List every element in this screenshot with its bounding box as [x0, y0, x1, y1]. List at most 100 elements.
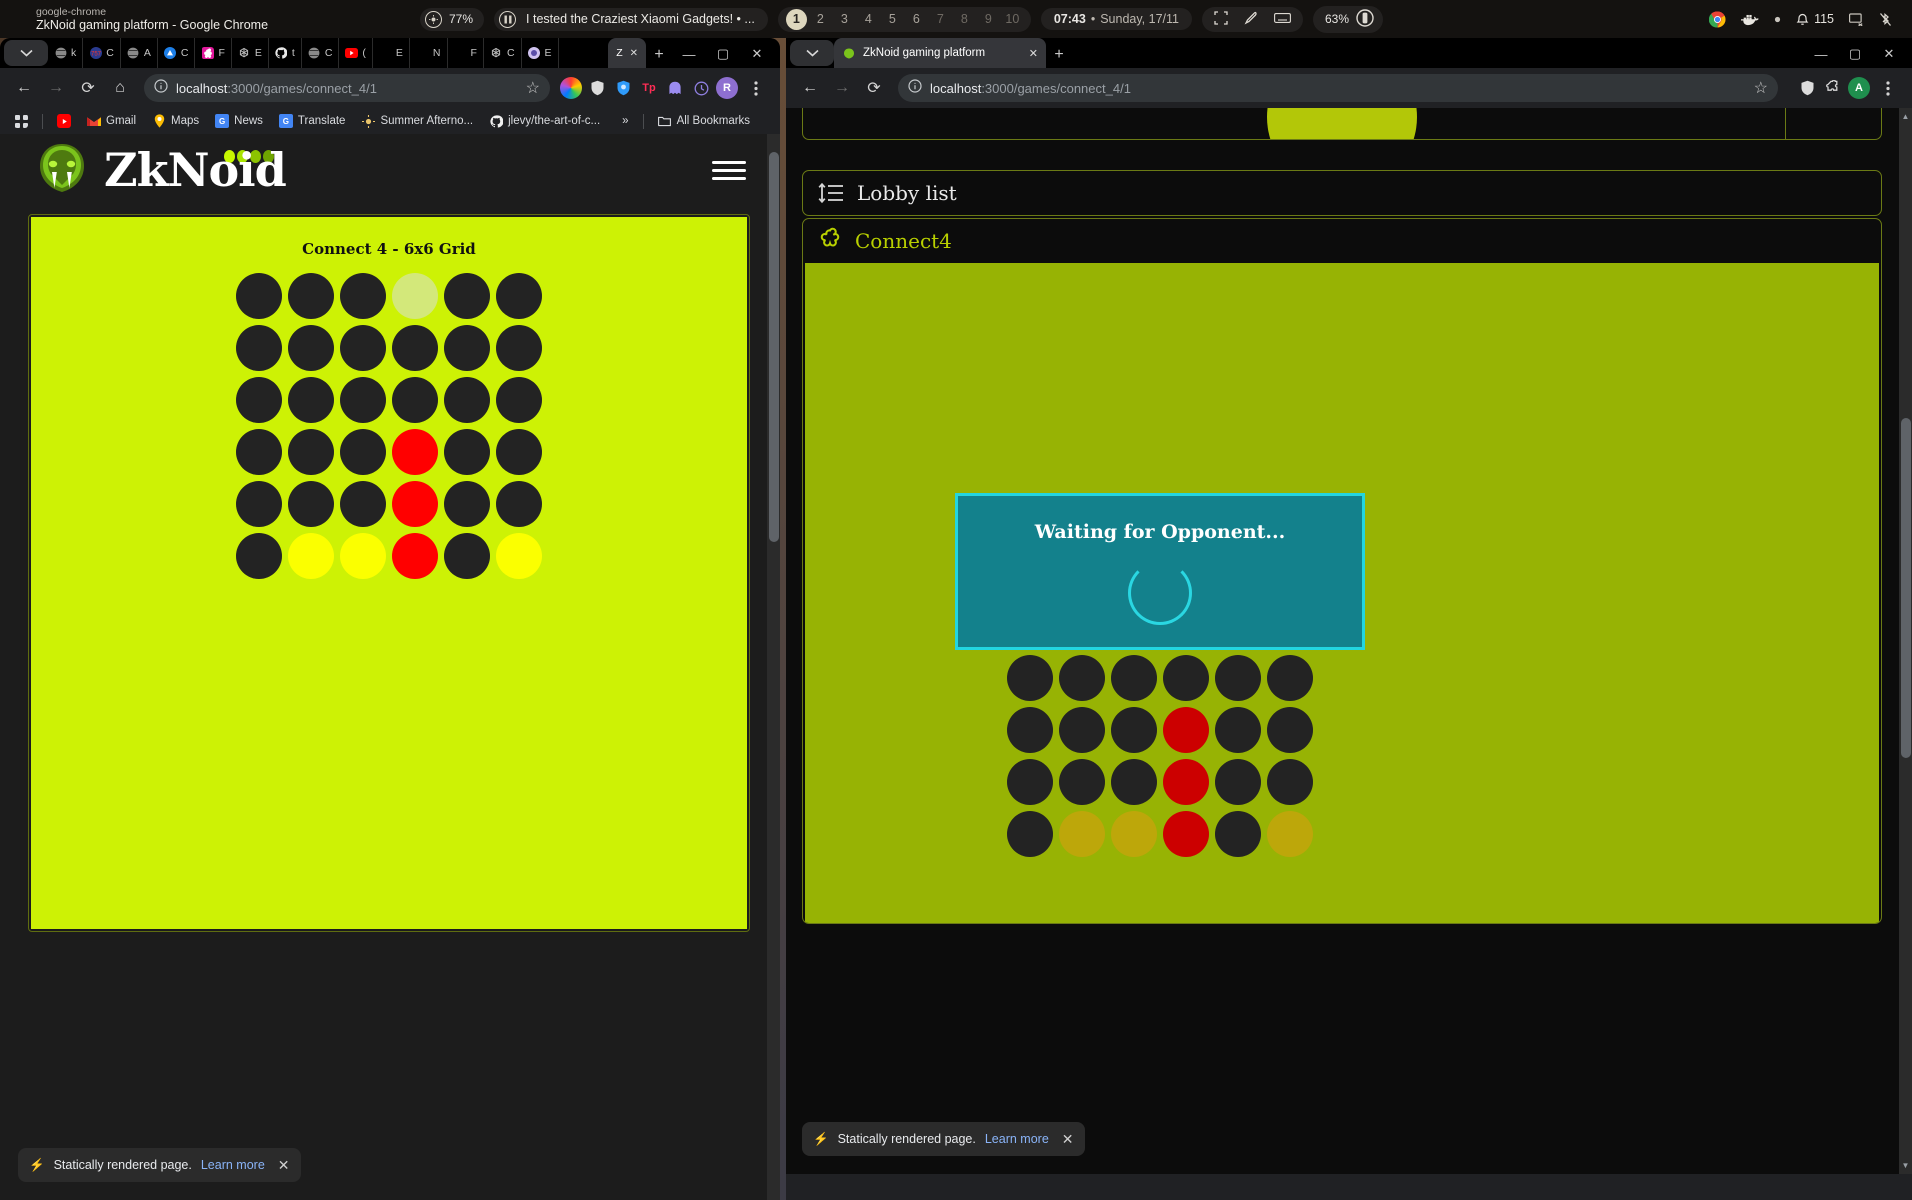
- connect4-grid-right[interactable]: [1004, 652, 1316, 860]
- media-player-widget[interactable]: I tested the Craziest Xiaomi Gadgets! • …: [494, 7, 768, 31]
- reload-button[interactable]: ⟳: [74, 74, 102, 102]
- bookmark-star-icon[interactable]: ☆: [526, 78, 540, 98]
- bookmark-gmail[interactable]: Gmail: [81, 112, 142, 130]
- bookmark-youtube[interactable]: [51, 112, 77, 130]
- back-button-right[interactable]: ←: [796, 74, 824, 102]
- learn-more-link-right[interactable]: Learn more: [985, 1132, 1049, 1146]
- right-board-cell-r2-c0[interactable]: [1004, 756, 1056, 808]
- toast-close-icon-right[interactable]: ✕: [1062, 1131, 1074, 1148]
- background-tab-7[interactable]: C: [302, 38, 340, 68]
- right-board-cell-r2-c3[interactable]: [1160, 756, 1212, 808]
- extension-clock-icon[interactable]: [690, 77, 712, 99]
- bookmark-summer-afternoon[interactable]: Summer Afterno...: [355, 112, 479, 130]
- background-tab-11[interactable]: F: [448, 38, 484, 68]
- left-board-cell-r5-c5[interactable]: [493, 530, 545, 582]
- close-window-button[interactable]: ✕: [740, 40, 774, 68]
- maximize-button[interactable]: ▢: [706, 40, 740, 68]
- left-board-cell-r4-c0[interactable]: [233, 478, 285, 530]
- close-window-button-right[interactable]: ✕: [1872, 40, 1906, 68]
- extension-rainbow-icon[interactable]: [560, 77, 582, 99]
- minimize-button[interactable]: —: [672, 40, 706, 68]
- right-board-cell-r1-c3[interactable]: [1160, 704, 1212, 756]
- left-board-cell-r0-c2[interactable]: [337, 270, 389, 322]
- right-board-cell-r1-c1[interactable]: [1056, 704, 1108, 756]
- left-board-cell-r2-c5[interactable]: [493, 374, 545, 426]
- connect4-grid-left[interactable]: [31, 270, 747, 582]
- workspace-1[interactable]: 1: [785, 8, 807, 30]
- learn-more-link[interactable]: Learn more: [201, 1158, 265, 1172]
- right-board-cell-r1-c2[interactable]: [1108, 704, 1160, 756]
- left-board-cell-r0-c5[interactable]: [493, 270, 545, 322]
- right-board-cell-r3-c4[interactable]: [1212, 808, 1264, 860]
- workspace-10[interactable]: 10: [1002, 9, 1023, 30]
- background-tab-10[interactable]: N: [410, 38, 448, 68]
- left-board-cell-r2-c1[interactable]: [285, 374, 337, 426]
- docker-tray-icon[interactable]: [1741, 12, 1759, 26]
- right-board-cell-r1-c4[interactable]: [1212, 704, 1264, 756]
- workspace-switcher[interactable]: 1 2 3 4 5 6 7 8 9 10: [777, 6, 1031, 32]
- scrollbar-thumb-left[interactable]: [769, 152, 779, 542]
- clock-widget[interactable]: 07:43 • Sunday, 17/11: [1040, 8, 1192, 30]
- left-board-cell-r1-c2[interactable]: [337, 322, 389, 374]
- left-board-cell-r1-c0[interactable]: [233, 322, 285, 374]
- site-info-icon[interactable]: [154, 78, 168, 98]
- connect4-board-right[interactable]: Waiting for Opponent...: [805, 263, 1879, 923]
- scroll-up-arrow-icon[interactable]: ▲: [1901, 112, 1910, 121]
- left-board-cell-r3-c4[interactable]: [441, 426, 493, 478]
- reload-button-right[interactable]: ⟳: [860, 74, 888, 102]
- left-board-cell-r0-c0[interactable]: [233, 270, 285, 322]
- address-bar[interactable]: localhost:3000/games/connect_4/1 ☆: [144, 74, 550, 102]
- display-off-icon[interactable]: [1849, 12, 1864, 26]
- extension-tp-icon[interactable]: Tp: [638, 77, 660, 99]
- extension-shield-icon[interactable]: [586, 77, 608, 99]
- background-tab-0[interactable]: k: [48, 38, 84, 68]
- left-board-cell-r2-c3[interactable]: [389, 374, 441, 426]
- left-board-cell-r3-c1[interactable]: [285, 426, 337, 478]
- left-board-cell-r2-c4[interactable]: [441, 374, 493, 426]
- right-board-cell-r0-c1[interactable]: [1056, 652, 1108, 704]
- new-tab-button[interactable]: +: [646, 42, 672, 68]
- maximize-button-right[interactable]: ▢: [1838, 40, 1872, 68]
- bookmark-maps[interactable]: Maps: [146, 112, 205, 130]
- left-board-cell-r4-c1[interactable]: [285, 478, 337, 530]
- bookmark-apps-grid[interactable]: [8, 112, 34, 130]
- background-tab-12[interactable]: C: [484, 38, 522, 68]
- tab-search-chevron-icon-right[interactable]: [790, 40, 834, 66]
- connect4-board-left[interactable]: Connect 4 - 6x6 Grid: [31, 217, 747, 929]
- right-board-cell-r3-c2[interactable]: [1108, 808, 1160, 860]
- page-scrollbar-right[interactable]: ▲ ▼: [1899, 108, 1912, 1174]
- left-board-cell-r1-c3[interactable]: [389, 322, 441, 374]
- tab-close-icon[interactable]: ✕: [1029, 47, 1038, 60]
- background-tab-13[interactable]: E: [522, 38, 559, 68]
- right-board-cell-r0-c4[interactable]: [1212, 652, 1264, 704]
- chrome-menu-icon-right[interactable]: [1874, 74, 1902, 102]
- extension-blue-icon[interactable]: [612, 77, 634, 99]
- lobby-list-panel[interactable]: Lobby list: [802, 170, 1882, 216]
- extension-shield-icon-right[interactable]: [1796, 77, 1818, 99]
- chrome-window-left[interactable]: k 757 C A C F Et C (E N F C E Z ✕ + — ▢ ✕ ← → ⟳ ⌂ lo…: [0, 38, 780, 1200]
- left-board-cell-r4-c2[interactable]: [337, 478, 389, 530]
- keyboard-icon[interactable]: [1274, 12, 1291, 27]
- bookmark-translate[interactable]: G Translate: [273, 112, 352, 130]
- left-board-cell-r2-c0[interactable]: [233, 374, 285, 426]
- extension-ghost-icon[interactable]: [664, 77, 686, 99]
- left-board-cell-r5-c0[interactable]: [233, 530, 285, 582]
- forward-button[interactable]: →: [42, 74, 70, 102]
- all-bookmarks-button[interactable]: All Bookmarks: [652, 112, 757, 130]
- right-board-cell-r2-c5[interactable]: [1264, 756, 1316, 808]
- left-board-cell-r0-c3[interactable]: [389, 270, 441, 322]
- right-board-cell-r3-c0[interactable]: [1004, 808, 1056, 860]
- back-button[interactable]: ←: [10, 74, 38, 102]
- right-board-cell-r1-c0[interactable]: [1004, 704, 1056, 756]
- chrome-menu-icon[interactable]: [742, 74, 770, 102]
- chrome-window-right[interactable]: ZkNoid gaming platform ✕ + — ▢ ✕ ← → ⟳ l…: [786, 38, 1912, 1200]
- background-tab-5[interactable]: E: [232, 38, 269, 68]
- right-board-cell-r3-c5[interactable]: [1264, 808, 1316, 860]
- bluetooth-off-icon[interactable]: [1879, 12, 1892, 27]
- bookmark-github-art-of-command-line[interactable]: jlevy/the-art-of-c...: [483, 112, 606, 130]
- workspace-3[interactable]: 3: [834, 9, 855, 30]
- scroll-down-arrow-icon[interactable]: ▼: [1901, 1161, 1910, 1170]
- zknoid-logo[interactable]: ZkNoid: [34, 142, 287, 199]
- left-board-cell-r5-c2[interactable]: [337, 530, 389, 582]
- right-board-cell-r2-c1[interactable]: [1056, 756, 1108, 808]
